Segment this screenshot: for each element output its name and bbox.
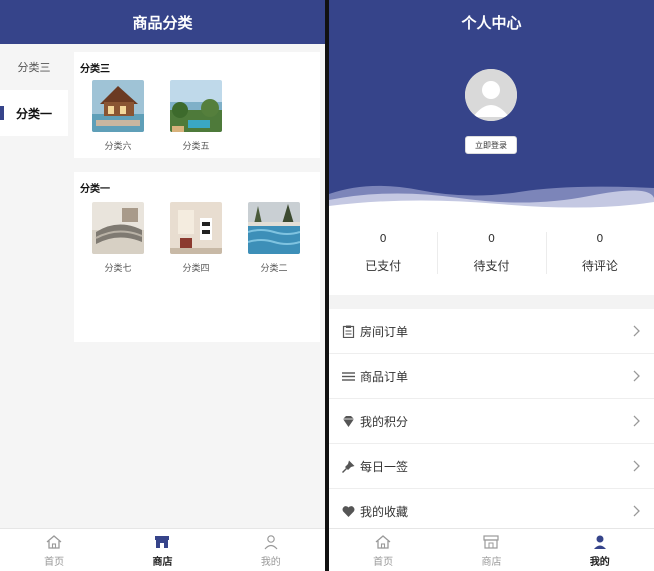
tab-home[interactable]: 首页 bbox=[0, 529, 108, 571]
wave-decoration bbox=[329, 185, 654, 210]
avatar[interactable] bbox=[465, 69, 517, 121]
product-item[interactable]: 分类七 bbox=[88, 202, 148, 274]
stat-value: 0 bbox=[379, 231, 387, 245]
tab-label: 商店 bbox=[152, 556, 173, 568]
login-button[interactable]: 立即登录 bbox=[465, 136, 517, 154]
profile-screen: 个人中心 立即登录 0 已支付 0 待支付 0 待评论 房间订单 商品订单 我的… bbox=[329, 0, 654, 571]
stat-label: 待支付 bbox=[473, 258, 510, 273]
menu-item-label: 房间订单 bbox=[360, 324, 409, 339]
chevron-right-icon bbox=[633, 325, 640, 337]
stat-value: 0 bbox=[487, 231, 495, 245]
order-stats: 0 已支付 0 待支付 0 待评论 bbox=[329, 210, 654, 295]
menu-item-label: 我的积分 bbox=[360, 414, 409, 429]
page-title: 个人中心 bbox=[461, 13, 522, 32]
chevron-right-icon bbox=[633, 505, 640, 517]
tab-label: 我的 bbox=[589, 556, 610, 568]
product-label: 分类六 bbox=[104, 142, 132, 152]
product-label: 分类二 bbox=[260, 264, 288, 274]
stat-label: 待评论 bbox=[581, 258, 618, 273]
tab-mine[interactable]: 我的 bbox=[217, 529, 325, 571]
stat-label: 已支付 bbox=[365, 258, 402, 273]
menu-item-daily-checkin[interactable]: 每日一签 bbox=[329, 444, 654, 489]
product-image bbox=[170, 202, 222, 254]
tab-home[interactable]: 首页 bbox=[329, 529, 437, 571]
sidebar-item-label: 分类一 bbox=[15, 106, 52, 121]
menu-item-label: 我的收藏 bbox=[360, 504, 409, 519]
tab-label: 商店 bbox=[481, 556, 502, 568]
profile-menu: 房间订单 商品订单 我的积分 每日一签 我的收藏 bbox=[329, 309, 654, 534]
sidebar-item-category-3[interactable]: 分类三 bbox=[0, 44, 68, 90]
product-item[interactable]: 分类四 bbox=[166, 202, 226, 274]
gem-icon bbox=[341, 414, 355, 428]
section-gap bbox=[329, 295, 654, 309]
stat-to-review[interactable]: 0 待评论 bbox=[545, 210, 654, 295]
chevron-right-icon bbox=[633, 460, 640, 472]
pin-icon bbox=[341, 459, 355, 473]
tab-label: 首页 bbox=[373, 556, 394, 568]
chevron-right-icon bbox=[633, 415, 640, 427]
product-image bbox=[170, 80, 222, 132]
tab-mine[interactable]: 我的 bbox=[546, 529, 654, 571]
store-icon bbox=[155, 535, 170, 548]
product-image bbox=[248, 202, 300, 254]
list-icon bbox=[341, 369, 355, 383]
product-item[interactable]: 分类二 bbox=[244, 202, 304, 274]
user-icon bbox=[264, 534, 278, 549]
home-icon bbox=[46, 534, 62, 549]
product-item[interactable]: 分类五 bbox=[166, 80, 226, 152]
tab-label: 我的 bbox=[260, 556, 281, 568]
category-screen: 商品分类 分类三 分类一 分类三 分类六 分类五 分类一 分类七 分类四 分类二… bbox=[0, 0, 325, 571]
chevron-right-icon bbox=[633, 370, 640, 382]
product-area: 分类三 分类六 分类五 分类一 分类七 分类四 分类二 bbox=[68, 44, 325, 528]
product-section: 分类三 分类六 分类五 bbox=[74, 52, 320, 158]
bottom-tab-bar: 首页 商店 我的 bbox=[329, 528, 654, 571]
section-title: 分类三 bbox=[80, 64, 110, 75]
tab-store[interactable]: 商店 bbox=[437, 529, 545, 571]
product-section: 分类一 分类七 分类四 分类二 bbox=[74, 172, 320, 342]
sidebar-item-category-1[interactable]: 分类一 bbox=[0, 90, 68, 136]
product-label: 分类七 bbox=[104, 264, 132, 274]
section-title: 分类一 bbox=[80, 184, 110, 195]
menu-item-label: 每日一签 bbox=[360, 459, 409, 474]
product-image bbox=[92, 202, 144, 254]
clipboard-icon bbox=[341, 324, 355, 338]
product-image bbox=[92, 80, 144, 132]
tab-label: 首页 bbox=[44, 556, 65, 568]
menu-item-label: 商品订单 bbox=[360, 369, 409, 384]
menu-item-product-orders[interactable]: 商品订单 bbox=[329, 354, 654, 399]
user-icon bbox=[593, 535, 606, 549]
menu-item-room-orders[interactable]: 房间订单 bbox=[329, 309, 654, 354]
tab-store[interactable]: 商店 bbox=[108, 529, 216, 571]
profile-header: 个人中心 立即登录 bbox=[329, 0, 654, 210]
bottom-tab-bar: 首页 商店 我的 bbox=[0, 528, 325, 571]
category-sidebar: 分类三 分类一 bbox=[0, 44, 68, 528]
stat-paid[interactable]: 0 已支付 bbox=[329, 210, 437, 295]
store-icon bbox=[483, 534, 500, 549]
home-icon bbox=[375, 534, 391, 549]
sidebar-item-label: 分类三 bbox=[17, 61, 51, 74]
page-title: 商品分类 bbox=[0, 0, 325, 44]
menu-item-points[interactable]: 我的积分 bbox=[329, 399, 654, 444]
heart-icon bbox=[341, 504, 355, 518]
product-label: 分类四 bbox=[182, 264, 210, 274]
product-item[interactable]: 分类六 bbox=[88, 80, 148, 152]
stat-value: 0 bbox=[596, 231, 604, 245]
product-label: 分类五 bbox=[182, 142, 210, 152]
stat-unpaid[interactable]: 0 待支付 bbox=[437, 210, 545, 295]
